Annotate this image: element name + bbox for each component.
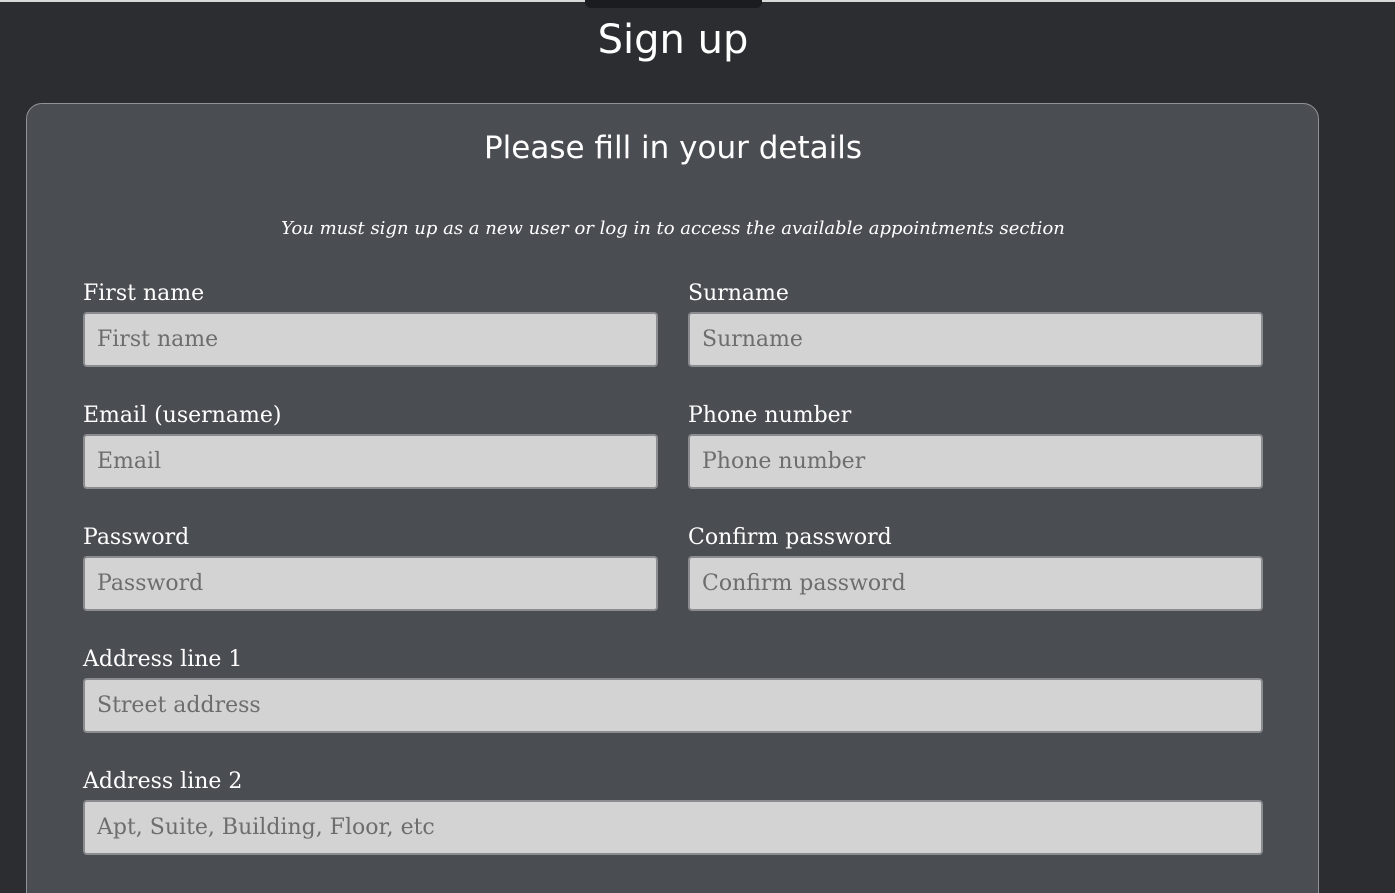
first-name-label: First name [83,281,205,306]
phone-number-input[interactable] [688,434,1263,489]
confirm-password-input[interactable] [688,556,1263,611]
phone-number-label: Phone number [688,403,852,428]
surname-label: Surname [688,281,789,306]
first-name-input[interactable] [83,312,658,367]
password-label: Password [83,525,190,550]
page-title: Sign up [597,17,749,63]
email-input[interactable] [83,434,658,489]
confirm-password-label: Confirm password [688,525,892,550]
email-label: Email (username) [83,403,282,428]
address-line-2-label: Address line 2 [83,769,243,794]
card-title: Please fill in your details [483,130,862,166]
top-tab-handle [585,0,762,8]
address-line-2-input[interactable] [83,800,1263,855]
password-input[interactable] [83,556,658,611]
surname-input[interactable] [688,312,1263,367]
login-required-note: You must sign up as a new user or log in… [281,218,1065,239]
address-line-1-input[interactable] [83,678,1263,733]
address-line-1-label: Address line 1 [83,647,243,672]
